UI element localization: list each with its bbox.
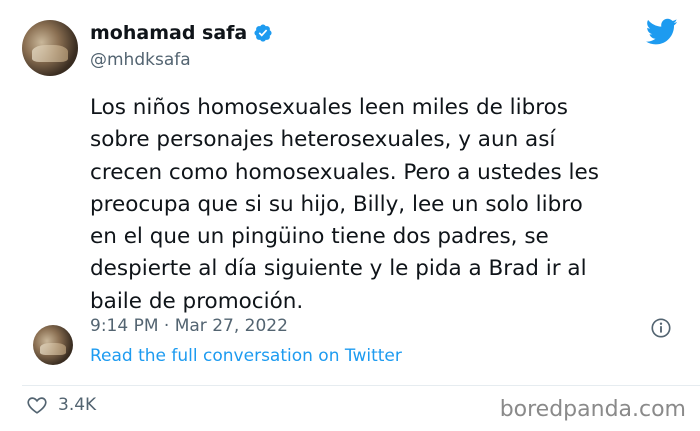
tweet-line: crecen como homosexuales. Pero a ustedes…: [90, 159, 599, 185]
tweet-line: baile de promoción.: [90, 288, 304, 314]
divider: [22, 385, 700, 386]
watermark-text: boredpanda.com: [499, 397, 686, 422]
author-name-row: mohamad safa: [90, 22, 273, 44]
info-icon[interactable]: [650, 317, 672, 339]
conversation-avatar[interactable]: [33, 325, 73, 365]
tweet-line: sobre personajes heterosexuales, y aun a…: [90, 127, 556, 153]
author-handle[interactable]: @mhdksafa: [90, 50, 191, 70]
tweet-line: Los niños homosexuales leen miles de lib…: [90, 95, 568, 120]
verified-badge-icon: [254, 24, 272, 42]
like-button[interactable]: 3.4K: [26, 394, 96, 416]
tweet-line: preocupa que si su hijo, Billy, lee un s…: [90, 191, 583, 217]
read-conversation-link[interactable]: Read the full conversation on Twitter: [90, 346, 402, 366]
tweet-line: en el que un pingüino tiene dos padres, …: [90, 224, 549, 250]
tweet-line: despierte al día siguiente y le pida a B…: [90, 256, 587, 282]
author-avatar[interactable]: [22, 20, 78, 76]
tweet-text: Los niños homosexuales leen miles de lib…: [90, 92, 690, 318]
tweet-timestamp[interactable]: 9:14 PM · Mar 27, 2022: [90, 316, 288, 336]
like-count: 3.4K: [58, 395, 97, 415]
twitter-bird-icon[interactable]: [646, 18, 678, 46]
author-display-name[interactable]: mohamad safa: [90, 22, 247, 44]
heart-icon[interactable]: [26, 394, 48, 416]
